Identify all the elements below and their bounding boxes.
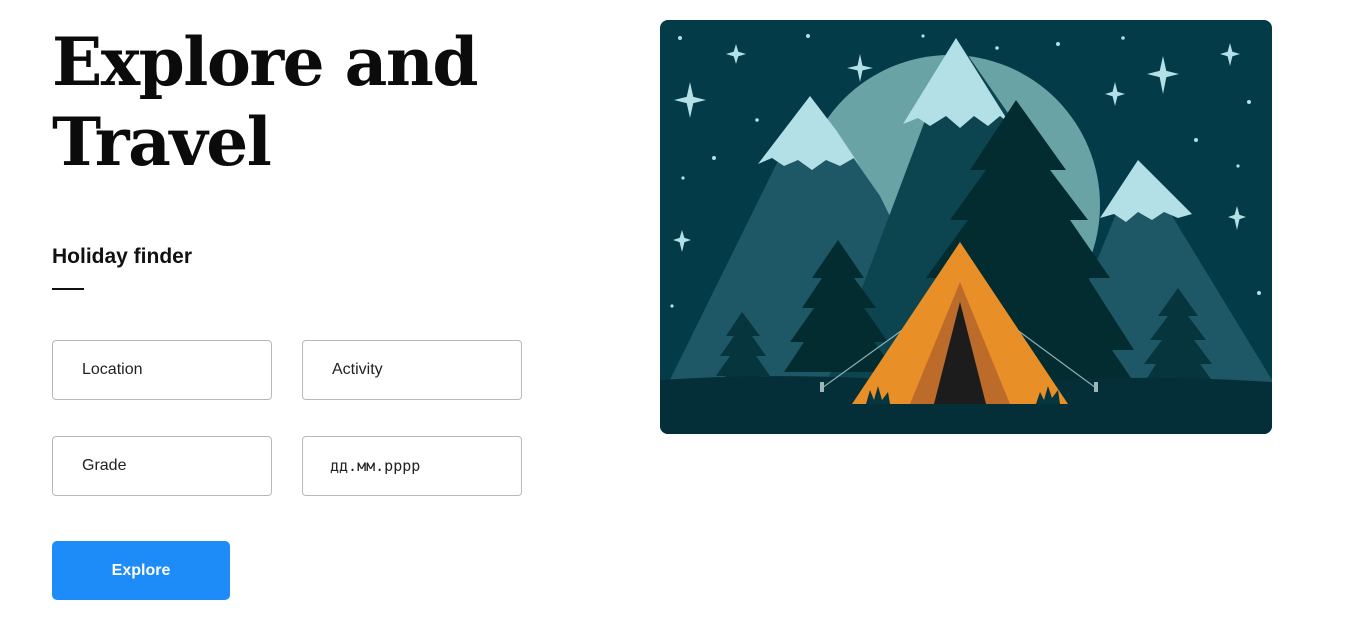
grade-input[interactable] (52, 436, 272, 496)
holiday-finder-heading: Holiday finder (52, 245, 193, 268)
page-title-line-1: Explore and (52, 23, 479, 101)
heading-underline (52, 288, 84, 290)
page-title-line-2: Travel (52, 103, 272, 181)
page-title: Explore and Travel (52, 22, 479, 182)
camping-scene-image (660, 20, 1272, 434)
camping-illustration (660, 20, 1272, 434)
location-input[interactable] (52, 340, 272, 400)
activity-input[interactable] (302, 340, 522, 400)
date-input[interactable] (302, 436, 522, 496)
explore-button[interactable]: Explore (52, 541, 230, 600)
